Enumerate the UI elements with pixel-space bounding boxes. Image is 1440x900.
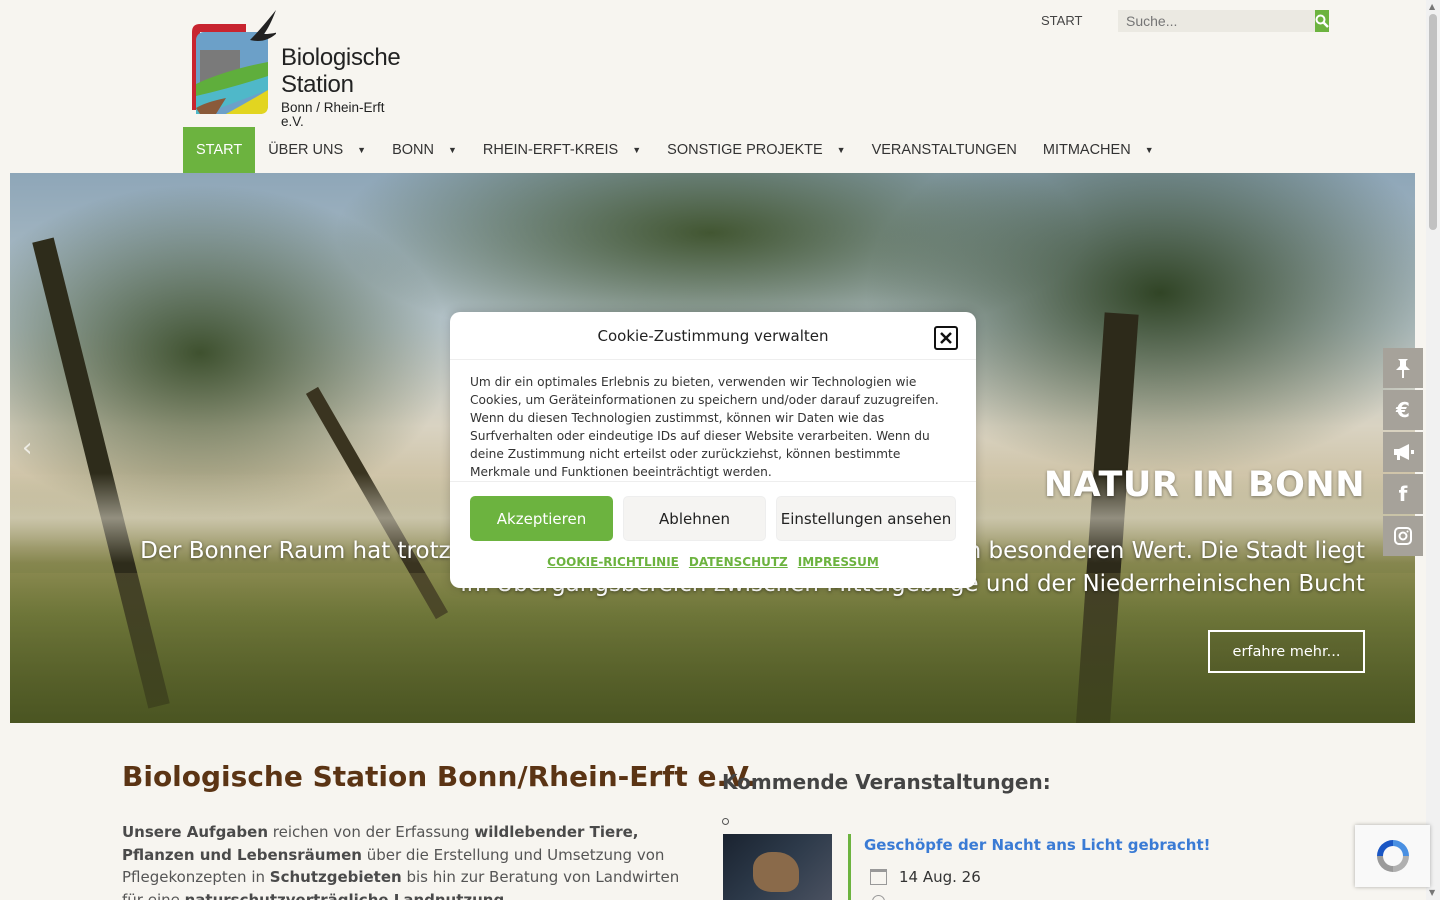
- hero-more-button[interactable]: erfahre mehr...: [1208, 630, 1365, 673]
- euro-icon[interactable]: €: [1383, 390, 1423, 430]
- logo-line-2: Station: [281, 71, 354, 98]
- social-sidebar: € f: [1383, 348, 1423, 558]
- search-icon: [1315, 14, 1329, 28]
- pin-icon[interactable]: [1383, 348, 1423, 388]
- imprint-link[interactable]: IMPRESSUM: [798, 555, 879, 569]
- close-icon: [940, 332, 952, 344]
- clock-icon: [872, 895, 885, 900]
- list-bullet-icon: [722, 818, 729, 825]
- caret-down-icon: ▼: [357, 145, 367, 155]
- close-button[interactable]: [934, 326, 958, 350]
- cookie-dialog-text: Um dir ein optimales Erlebnis zu bieten,…: [450, 360, 976, 482]
- cookie-dialog-title: Cookie-Zustimmung verwalten: [597, 326, 829, 345]
- scroll-down-icon[interactable]: ▼: [1429, 888, 1435, 897]
- nav-item-veranstaltungen[interactable]: VERANSTALTUNGEN: [859, 127, 1030, 173]
- view-settings-button[interactable]: Einstellungen ansehen: [776, 496, 956, 541]
- event-date: 14 Aug. 26: [899, 868, 981, 886]
- intro-segment: Unsere Aufgaben: [122, 823, 269, 841]
- page-title-rest: Bonn/Rhein-Erft e.V.: [427, 760, 756, 793]
- intro-segment: Schutzgebieten: [269, 868, 402, 886]
- nav-label: ÜBER UNS: [268, 142, 344, 158]
- deny-button[interactable]: Ablehnen: [623, 496, 766, 541]
- event-title-link[interactable]: Geschöpfe der Nacht ans Licht gebracht!: [864, 836, 1210, 854]
- bat-image: [753, 852, 799, 892]
- page-title: Biologische Station Bonn/Rhein-Erft e.V.: [122, 760, 756, 793]
- nav-label: START: [196, 142, 243, 158]
- search-form: [1118, 10, 1329, 32]
- nav-label: RHEIN-ERFT-KREIS: [482, 142, 619, 158]
- caret-down-icon: ▼: [447, 145, 457, 155]
- site-logo[interactable]: Biologische Station Bonn / Rhein-Erft e.…: [186, 10, 406, 128]
- nav-item-bonn[interactable]: BONN ▼: [379, 127, 470, 173]
- caret-down-icon: ▼: [632, 145, 642, 155]
- event-thumbnail[interactable]: [723, 834, 832, 900]
- caret-down-icon: ▼: [836, 145, 846, 155]
- caret-down-icon: ▼: [1144, 145, 1154, 155]
- search-button[interactable]: [1315, 10, 1329, 32]
- slider-prev-icon[interactable]: ‹: [22, 433, 32, 463]
- instagram-icon[interactable]: [1383, 516, 1423, 556]
- accept-button[interactable]: Akzeptieren: [470, 496, 613, 541]
- page-scrollbar[interactable]: ▲ ▼: [1426, 0, 1440, 900]
- nav-label: SONSTIGE PROJEKTE: [667, 142, 823, 158]
- calendar-icon: [870, 869, 887, 885]
- recaptcha-badge[interactable]: [1355, 825, 1430, 887]
- intro-segment: reichen von der Erfassung: [268, 823, 475, 841]
- nav-label: BONN: [392, 142, 434, 158]
- recaptcha-icon: [1376, 840, 1409, 872]
- page-title-bold: Biologische Station: [122, 760, 428, 793]
- nav-item-mitmachen[interactable]: MITMACHEN ▼: [1030, 127, 1167, 173]
- events-heading: Kommende Veranstaltungen:: [722, 770, 1051, 794]
- event-accent-bar: [848, 834, 851, 900]
- hero-title: NATUR IN BONN: [1043, 465, 1365, 505]
- scroll-up-icon[interactable]: ▲: [1429, 2, 1435, 11]
- intro-text: Unsere Aufgaben reichen von der Erfassun…: [122, 821, 702, 900]
- nav-item-sonstige-projekte[interactable]: SONSTIGE PROJEKTE ▼: [654, 127, 858, 173]
- megaphone-icon[interactable]: [1383, 432, 1423, 472]
- search-input[interactable]: [1118, 10, 1315, 32]
- nav-item-rhein-erft-kreis[interactable]: RHEIN-ERFT-KREIS ▼: [470, 127, 654, 173]
- nav-item-ueber-uns[interactable]: ÜBER UNS ▼: [255, 127, 379, 173]
- nav-item-start[interactable]: START: [183, 127, 256, 173]
- main-nav: START ÜBER UNS ▼ BONN ▼ RHEIN-ERFT-KREIS ▼ …: [183, 127, 1167, 173]
- cookie-consent-dialog: Cookie-Zustimmung verwalten Um dir ein o…: [450, 312, 976, 588]
- nav-label: VERANSTALTUNGEN: [871, 142, 1017, 158]
- scrollbar-thumb[interactable]: [1429, 14, 1437, 230]
- cookie-policy-link[interactable]: COOKIE-RICHTLINIE: [547, 555, 679, 569]
- top-start-link[interactable]: START: [1041, 13, 1082, 28]
- facebook-icon[interactable]: f: [1383, 474, 1423, 514]
- intro-segment: naturschutzverträgliche Landnutzung: [184, 890, 505, 900]
- logo-emblem-icon: [192, 10, 278, 114]
- logo-line-3: Bonn / Rhein-Erft e.V.: [281, 100, 385, 129]
- logo-line-1: Biologische: [281, 44, 401, 71]
- nav-label: MITMACHEN: [1042, 142, 1131, 158]
- privacy-link[interactable]: DATENSCHUTZ: [689, 555, 788, 569]
